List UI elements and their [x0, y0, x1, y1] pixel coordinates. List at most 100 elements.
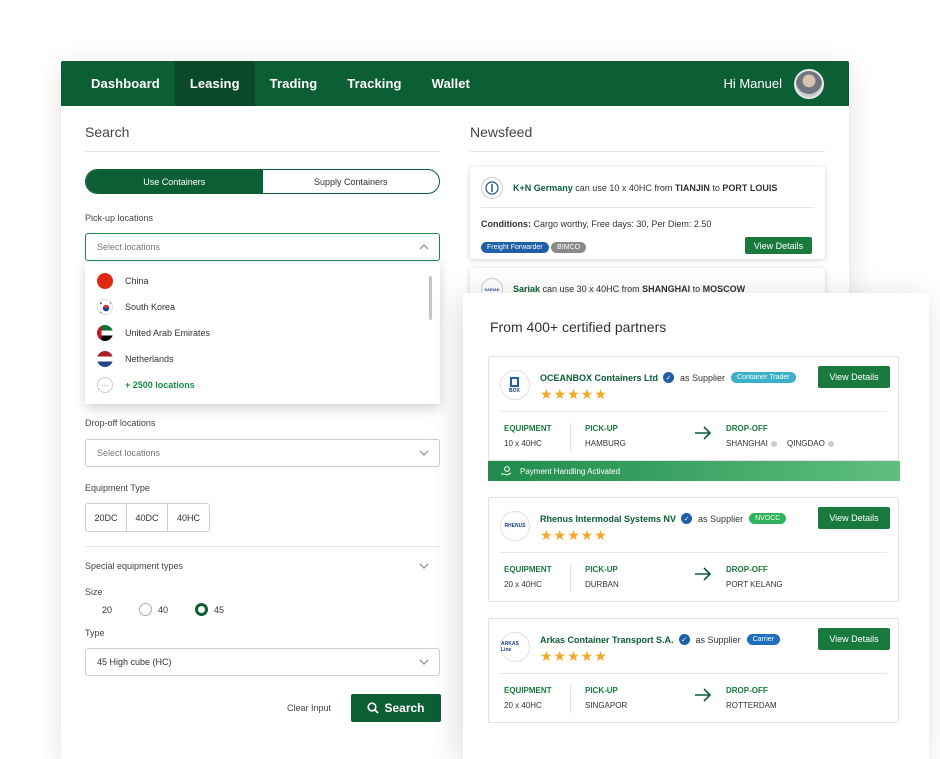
equipment-value: 20 x 40HC [504, 701, 542, 710]
clear-input-button[interactable]: Clear Input [287, 703, 331, 713]
rating-stars: ★★★★★ [540, 648, 608, 664]
china-flag-icon [97, 273, 113, 289]
verified-check-icon: ✓ [681, 513, 693, 524]
divider [470, 151, 825, 152]
chevron-down-icon [419, 450, 429, 456]
news-tags: Freight Forwarder BIMCO [481, 241, 587, 253]
special-equipment-chevron-icon[interactable] [419, 561, 429, 571]
type-label: Type [85, 628, 105, 638]
dropoff-placeholder: Select locations [97, 448, 161, 458]
container-mode-toggle[interactable]: Use Containers Supply Containers [85, 169, 440, 194]
partners-panel: From 400+ certified partners BOX OCEANBO… [463, 293, 929, 759]
avatar[interactable] [794, 68, 824, 99]
verified-check-icon: ✓ [663, 372, 675, 383]
location-option-uae[interactable]: United Arab Emirates [97, 325, 210, 341]
tag-freight-forwarder: Freight Forwarder [481, 242, 549, 253]
dropoff-label: Drop-off locations [85, 418, 156, 428]
payment-handling-bar: Payment Handling Activated [488, 461, 900, 481]
search-button[interactable]: Search [351, 694, 441, 722]
location-option-south-korea[interactable]: South Korea [97, 299, 175, 315]
rating-stars: ★★★★★ [540, 386, 608, 402]
top-nav: Dashboard Leasing Trading Tracking Walle… [61, 61, 849, 106]
type-value: 45 High cube (HC) [97, 657, 172, 667]
verified-check-icon: ✓ [678, 634, 690, 645]
search-title: Search [85, 124, 130, 140]
pickup-value: SINGAPOR [585, 701, 628, 710]
partner-name[interactable]: Rhenus Intermodal Systems NV [540, 514, 676, 524]
oceanbox-logo-icon: BOX [500, 370, 530, 400]
news-text: K+N Germany can use 10 x 40HC from TIANJ… [513, 183, 778, 193]
arkas-logo-icon: ARKAS Line [500, 632, 530, 662]
size-40-label: 40 [158, 604, 169, 615]
use-containers-option[interactable]: Use Containers [86, 170, 263, 193]
special-equipment-label: Special equipment types [85, 561, 184, 571]
payment-hand-icon [501, 465, 512, 476]
partner-name[interactable]: Arkas Container Transport S.A. [540, 635, 674, 645]
size-20-label[interactable]: 20 [102, 605, 112, 615]
view-details-button[interactable]: View Details [745, 237, 812, 254]
divider [85, 151, 440, 152]
view-details-button[interactable]: View Details [818, 507, 890, 529]
arrow-right-icon [695, 688, 712, 702]
view-details-button[interactable]: View Details [818, 628, 890, 650]
size-45-label: 45 [214, 604, 225, 615]
partners-title: From 400+ certified partners [490, 319, 667, 335]
divider [85, 546, 440, 547]
nav-leasing[interactable]: Leasing [174, 61, 255, 106]
location-option-more[interactable]: ··· + 2500 locations [97, 377, 195, 393]
partner-tag: Container Trader [731, 372, 796, 383]
pickup-value: DURBAN [585, 580, 619, 589]
nav-dashboard[interactable]: Dashboard [61, 61, 175, 106]
netherlands-flag-icon [97, 351, 113, 367]
nav-trading[interactable]: Trading [255, 61, 333, 106]
pickup-select[interactable]: Select locations [85, 233, 440, 261]
type-select[interactable]: 45 High cube (HC) [85, 648, 440, 676]
rating-stars: ★★★★★ [540, 527, 608, 543]
equipment-value: 10 x 40HC [504, 439, 542, 448]
newsfeed-title: Newsfeed [470, 124, 533, 140]
pickup-value: HAMBURG [585, 439, 626, 448]
company-logo-icon [481, 177, 503, 199]
dropoff-value: SHANGHAI QINGDAO [726, 439, 834, 448]
equipment-40hc[interactable]: 40HC [168, 504, 209, 531]
more-icon: ··· [97, 377, 113, 393]
arrow-right-icon [695, 426, 712, 440]
partner-card: RHENUS Rhenus Intermodal Systems NV ✓ as… [488, 497, 899, 602]
location-option-china[interactable]: China [97, 273, 149, 289]
pickup-label: Pick-up locations [85, 213, 154, 223]
dropoff-value: ROTTERDAM [726, 701, 777, 710]
equipment-20dc[interactable]: 20DC [86, 504, 127, 531]
partner-card: BOX OCEANBOX Containers Ltd ✓ as Supplie… [488, 356, 900, 481]
location-dropdown: China South Korea United Arab Emirates N… [85, 262, 440, 404]
equipment-40dc[interactable]: 40DC [127, 504, 168, 531]
partner-card: ARKAS Line Arkas Container Transport S.A… [488, 618, 899, 723]
dropdown-scrollbar[interactable] [429, 276, 432, 320]
dropoff-select[interactable]: Select locations [85, 439, 440, 467]
equipment-value: 20 x 40HC [504, 580, 542, 589]
location-option-netherlands[interactable]: Netherlands [97, 351, 174, 367]
equipment-type-label: Equipment Type [85, 483, 150, 493]
size-label: Size [85, 587, 103, 597]
chevron-up-icon [419, 244, 429, 250]
partner-tag: NVOCC [749, 513, 787, 524]
size-options: 20 40 45 [102, 603, 224, 616]
uae-flag-icon [97, 325, 113, 341]
dropoff-value: PORT KELANG [726, 580, 783, 589]
size-45-radio[interactable] [195, 603, 209, 616]
nav-wallet[interactable]: Wallet [417, 61, 485, 106]
rhenus-logo-icon: RHENUS [500, 511, 530, 541]
user-greeting: Hi Manuel [723, 76, 782, 91]
arrow-right-icon [695, 567, 712, 581]
svg-text:BOX: BOX [509, 388, 521, 394]
partner-name[interactable]: OCEANBOX Containers Ltd [540, 373, 658, 383]
equipment-type-selector: 20DC 40DC 40HC [85, 503, 210, 532]
pickup-placeholder: Select locations [97, 242, 161, 252]
tag-bimco: BIMCO [551, 242, 587, 253]
view-details-button[interactable]: View Details [818, 366, 890, 388]
supply-containers-option[interactable]: Supply Containers [263, 170, 440, 193]
size-40-radio[interactable] [139, 603, 153, 616]
south-korea-flag-icon [97, 299, 113, 315]
chevron-down-icon [419, 659, 429, 665]
search-icon [367, 702, 380, 714]
nav-tracking[interactable]: Tracking [332, 61, 416, 106]
